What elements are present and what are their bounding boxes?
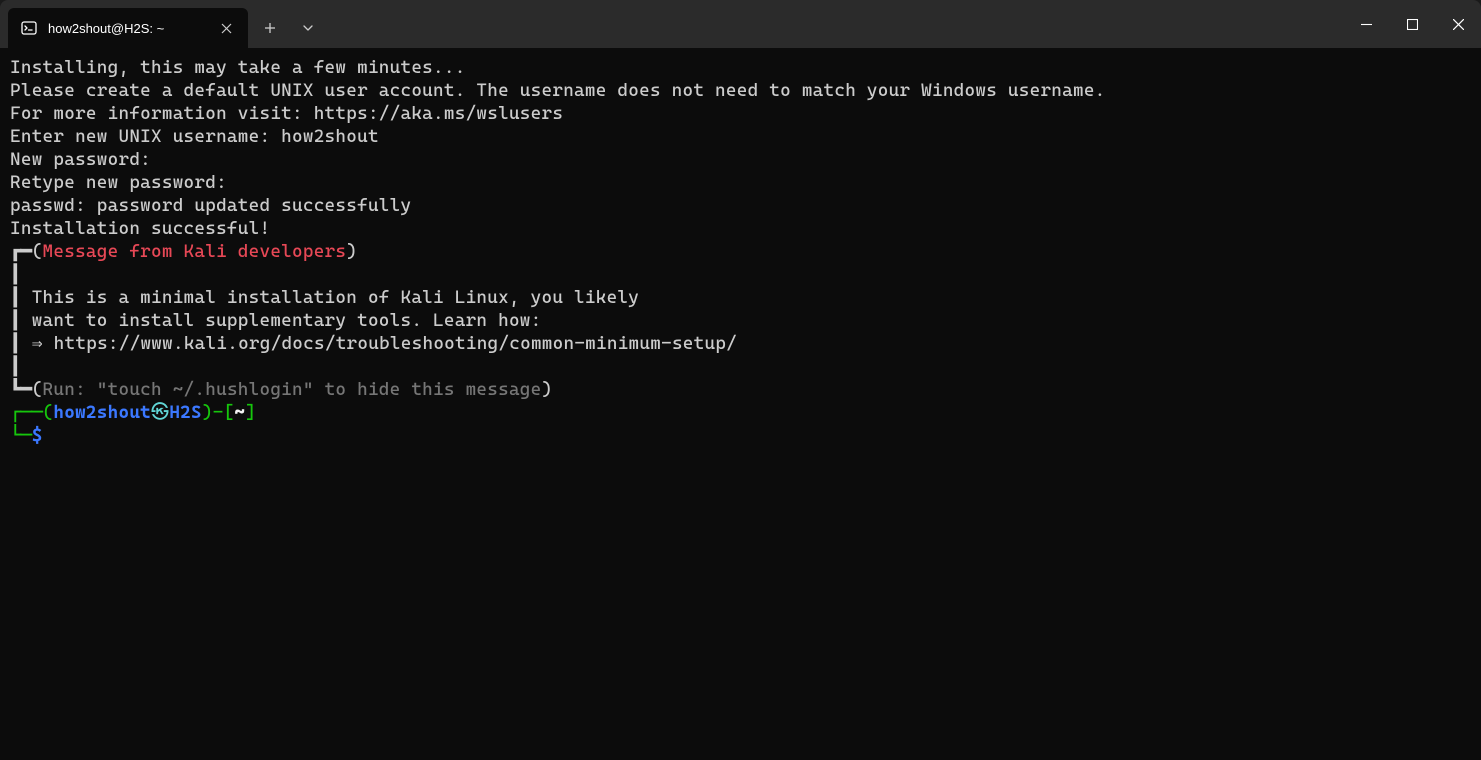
output-line: New password: — [10, 149, 151, 170]
terminal-icon — [20, 19, 38, 37]
prompt-line-2: └─$ — [10, 425, 43, 446]
box-border-bottom: ┗━(Run: "touch ~/.hushlogin" to hide thi… — [10, 379, 552, 400]
box-message-line: ┃ want to install supplementary tools. L… — [10, 310, 542, 331]
tab-close-button[interactable] — [216, 18, 236, 38]
output-line: Installation successful! — [10, 218, 270, 239]
close-button[interactable] — [1435, 0, 1481, 48]
box-border-side: ┃ — [10, 264, 21, 285]
box-border-top: ┏━(Message from Kali developers) — [10, 241, 357, 262]
titlebar-drag-area[interactable] — [326, 0, 1343, 48]
terminal-output[interactable]: Installing, this may take a few minutes.… — [0, 48, 1481, 760]
tab-actions — [248, 0, 326, 48]
titlebar: how2shout@H2S: ~ — [0, 0, 1481, 48]
output-line: Enter new UNIX username: how2shout — [10, 126, 379, 147]
new-tab-button[interactable] — [252, 10, 288, 46]
output-line: For more information visit: https://aka.… — [10, 103, 563, 124]
output-line: Installing, this may take a few minutes.… — [10, 57, 466, 78]
tab-area: how2shout@H2S: ~ — [0, 0, 248, 48]
output-line: passwd: password updated successfully — [10, 195, 411, 216]
box-message-line: ┃ ⇒ https://www.kali.org/docs/troublesho… — [10, 333, 737, 354]
window-controls — [1343, 0, 1481, 48]
output-line: Please create a default UNIX user accoun… — [10, 80, 1106, 101]
prompt-line-1: ┌──(how2shout㉿H2S)-[~] — [10, 402, 256, 423]
box-border-side: ┃ — [10, 356, 21, 377]
output-line: Retype new password: — [10, 172, 227, 193]
minimize-button[interactable] — [1343, 0, 1389, 48]
tab-title: how2shout@H2S: ~ — [48, 21, 206, 36]
tab-dropdown-button[interactable] — [290, 10, 326, 46]
active-tab[interactable]: how2shout@H2S: ~ — [8, 8, 248, 48]
maximize-button[interactable] — [1389, 0, 1435, 48]
box-message-line: ┃ This is a minimal installation of Kali… — [10, 287, 639, 308]
